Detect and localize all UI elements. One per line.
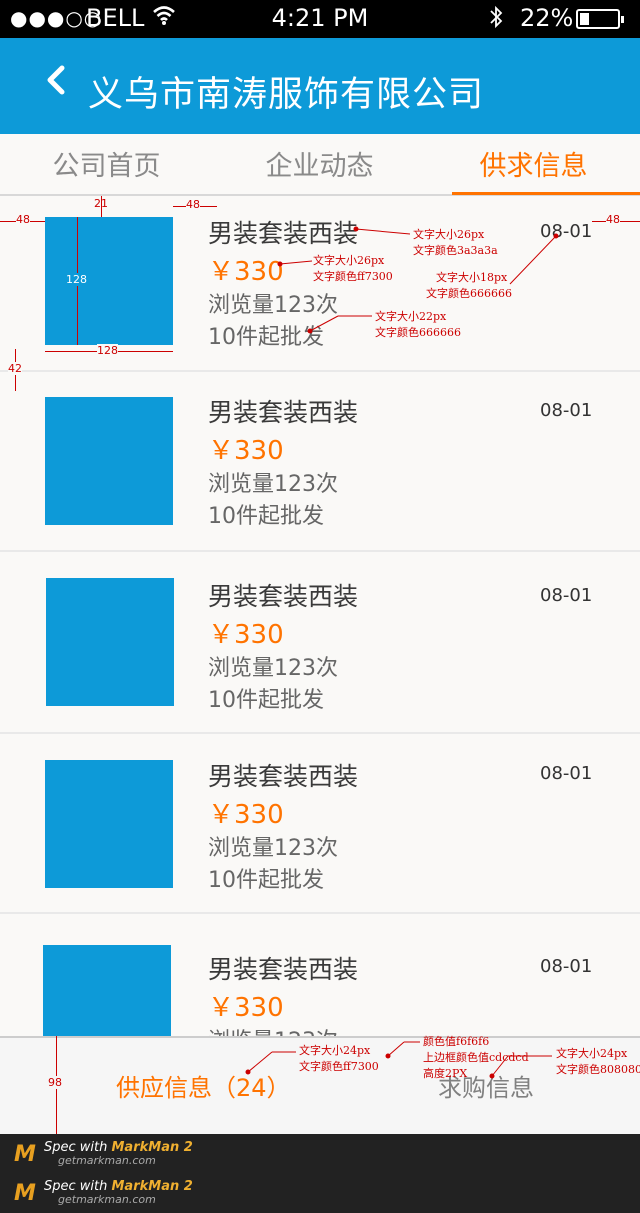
dim-label: 48 [16,213,30,226]
product-name: 男装套装西装 [208,762,359,791]
bluetooth-icon [488,4,504,36]
list-item[interactable]: 男装套装西装 ￥330 浏览量123次 10件起批发 08-01 [0,552,640,734]
product-name: 男装套装西装 [208,219,359,248]
dim-label: 48 [606,213,620,226]
product-views: 浏览量123次 [208,472,338,497]
product-moq: 10件起批发 [208,688,324,713]
product-date: 08-01 [540,956,593,977]
product-views: 浏览量123次 [208,836,338,861]
list-item[interactable]: 男装套装西装 ￥330 浏览量123次 10件起批发 08-01 [0,372,640,552]
page-title: 义乌市南涛服饰有限公司 [88,75,485,115]
product-price: ￥330 [208,993,284,1023]
tab-supply-demand[interactable]: 供求信息 [427,144,640,183]
battery-icon [576,9,624,29]
spec-note-price: 文字大小26px 文字颜色ff7300 [313,254,393,283]
markman-footer: M Spec with MarkMan 2 getmarkman.com M S… [0,1134,640,1213]
dim-label: 128 [66,273,87,286]
list-item[interactable]: 男装套装西装 ￥330 浏览量123次 10件起批发 08-01 [0,734,640,914]
product-thumbnail [45,760,173,888]
chevron-left-icon [47,65,65,95]
active-tab-indicator [452,192,640,195]
spec-note-demand-tab: 文字大小24px 文字颜色808080 [556,1047,640,1076]
product-price: ￥330 [208,800,284,830]
dim-label: 21 [94,197,108,210]
product-thumbnail [46,578,174,706]
product-views: 浏览量123次 [208,1023,338,1036]
battery-percent: 22% [520,4,574,32]
product-name: 男装套装西装 [208,582,359,611]
tab-bar: 公司首页 企业动态 供求信息 [0,134,640,196]
spec-note-bottom-bar: 颜色值f6f6f6 上边框颜色值cdcdcd 高度2PX [423,1035,529,1080]
supply-info-tab[interactable]: 供应信息（24） [116,1068,291,1103]
product-name: 男装套装西装 [208,955,359,984]
spec-note-title: 文字大小26px 文字颜色3a3a3a [413,228,498,257]
product-moq: 10件起批发 [208,325,324,350]
spec-note-supply-tab: 文字大小24px 文字颜色ff7300 [299,1044,379,1073]
app-header: 义乌市南涛服饰有限公司 [0,38,640,134]
product-views: 浏览量123次 [208,656,338,681]
status-bar: ●●●○○ BELL 4:21 PM 22% [0,0,640,38]
tab-company-home[interactable]: 公司首页 [0,144,213,183]
product-price: ￥330 [208,620,284,650]
product-thumbnail [45,397,173,525]
spec-note-details: 文字大小22px 文字颜色666666 [375,310,461,339]
dim-label: 98 [48,1076,62,1089]
list-item[interactable]: 男装套装西装 ￥330 浏览量123次 08-01 [0,914,640,1036]
product-list: 男装套装西装 ￥330 浏览量123次 10件起批发 08-01 男装套装西装 … [0,196,640,1036]
product-date: 08-01 [540,763,593,784]
product-thumbnail [43,945,171,1036]
product-date: 08-01 [540,585,593,606]
markman-logo-icon: M [14,1181,36,1206]
product-date: 08-01 [540,400,593,421]
product-price: ￥330 [208,436,284,466]
back-button[interactable] [42,58,70,112]
spec-note-date: 文字大小18px 文字颜色666666 [426,271,512,300]
product-name: 男装套装西装 [208,398,359,427]
product-thumbnail [45,217,173,345]
markman-logo-icon: M [14,1142,36,1167]
dim-label: 128 [97,344,118,357]
product-price: ￥330 [208,257,284,287]
tab-company-news[interactable]: 企业动态 [213,144,426,183]
product-moq: 10件起批发 [208,504,324,529]
product-views: 浏览量123次 [208,293,338,318]
dim-label: 42 [8,362,22,375]
dim-label: 48 [186,198,200,211]
product-moq: 10件起批发 [208,868,324,893]
product-date: 08-01 [540,221,593,242]
